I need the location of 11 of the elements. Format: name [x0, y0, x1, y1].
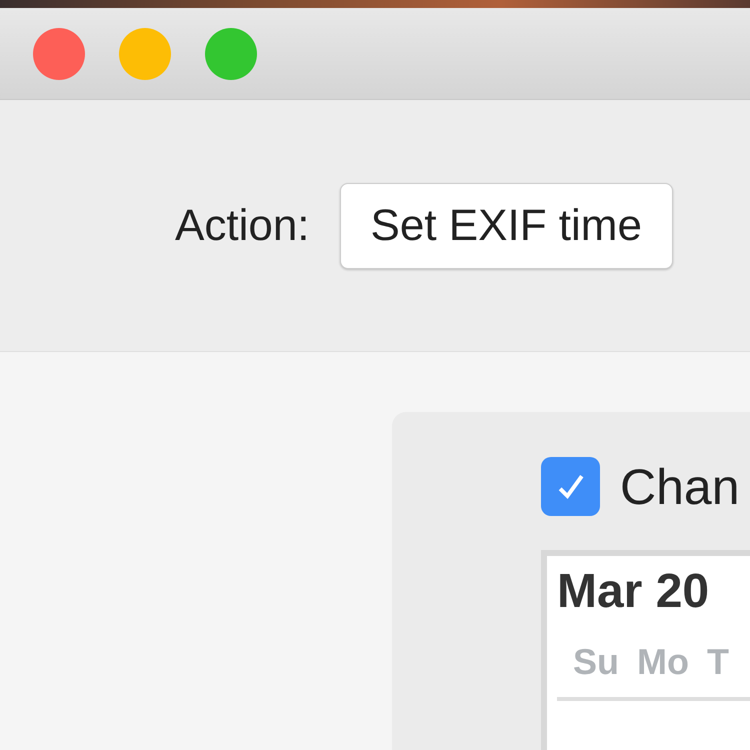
minimize-button[interactable] — [119, 28, 171, 80]
action-popup[interactable]: Set EXIF time — [340, 182, 673, 268]
action-label: Action: — [175, 200, 310, 250]
zoom-button[interactable] — [205, 28, 257, 80]
weekday-label: T — [707, 641, 729, 683]
weekday-label: Mo — [637, 641, 689, 683]
checkbox-label: Chan — [620, 458, 740, 516]
close-button[interactable] — [33, 28, 85, 80]
month-title: Mar 20 — [557, 564, 710, 619]
weekday-label: Su — [573, 641, 620, 683]
checkbox[interactable] — [541, 457, 600, 516]
